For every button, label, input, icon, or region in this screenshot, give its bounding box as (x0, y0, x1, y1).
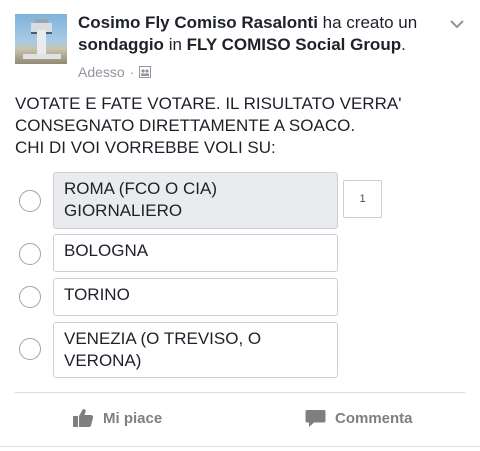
group-name[interactable]: FLY COMISO Social Group (187, 35, 401, 54)
post-text-line: VOTATE E FATE VOTARE. IL RISULTATO VERRA… (15, 94, 402, 113)
option-label[interactable]: VENEZIA (O TREVISO, O VERONA) (53, 322, 338, 378)
comment-button[interactable]: Commenta (305, 405, 413, 431)
post-header: Cosimo Fly Comiso Rasalonti ha creato un… (78, 12, 438, 56)
option-label[interactable]: ROMA (FCO O CIA) GIORNALIERO (53, 172, 338, 229)
timestamp[interactable]: Adesso (78, 64, 125, 80)
post-meta: Adesso · (78, 63, 152, 81)
option-label[interactable]: TORINO (53, 278, 338, 316)
preposition-text: in (168, 35, 182, 54)
post-text-line: CHI DI VOI VORREBBE VOLI SU: (15, 138, 276, 157)
radio-button[interactable] (19, 338, 41, 360)
radio-button[interactable] (19, 190, 41, 212)
divider (15, 392, 465, 393)
radio-button[interactable] (19, 243, 41, 265)
comment-icon (305, 409, 326, 427)
post-text: VOTATE E FATE VOTARE. IL RISULTATO VERRA… (15, 93, 465, 159)
group-icon (139, 66, 152, 78)
meta-separator: · (129, 64, 135, 80)
author-name[interactable]: Cosimo Fly Comiso Rasalonti (78, 13, 318, 32)
like-button[interactable]: Mi piace (72, 405, 162, 431)
vote-count[interactable]: 1 (343, 180, 382, 218)
radio-button[interactable] (19, 286, 41, 308)
tower-shaft (37, 30, 46, 56)
action-text: ha creato un (322, 13, 418, 32)
poll-link[interactable]: sondaggio (78, 35, 164, 54)
tower-base (23, 54, 61, 59)
comment-label: Commenta (335, 409, 413, 427)
period: . (401, 35, 406, 54)
avatar[interactable] (15, 14, 67, 64)
chevron-down-icon[interactable] (447, 14, 467, 34)
option-label[interactable]: BOLOGNA (53, 234, 338, 272)
thumbs-up-icon (73, 409, 94, 427)
like-label: Mi piace (103, 409, 163, 427)
bottom-divider (0, 446, 480, 447)
post-text-line: CONSEGNATO DIRETTAMENTE A SOACO. (15, 116, 356, 135)
